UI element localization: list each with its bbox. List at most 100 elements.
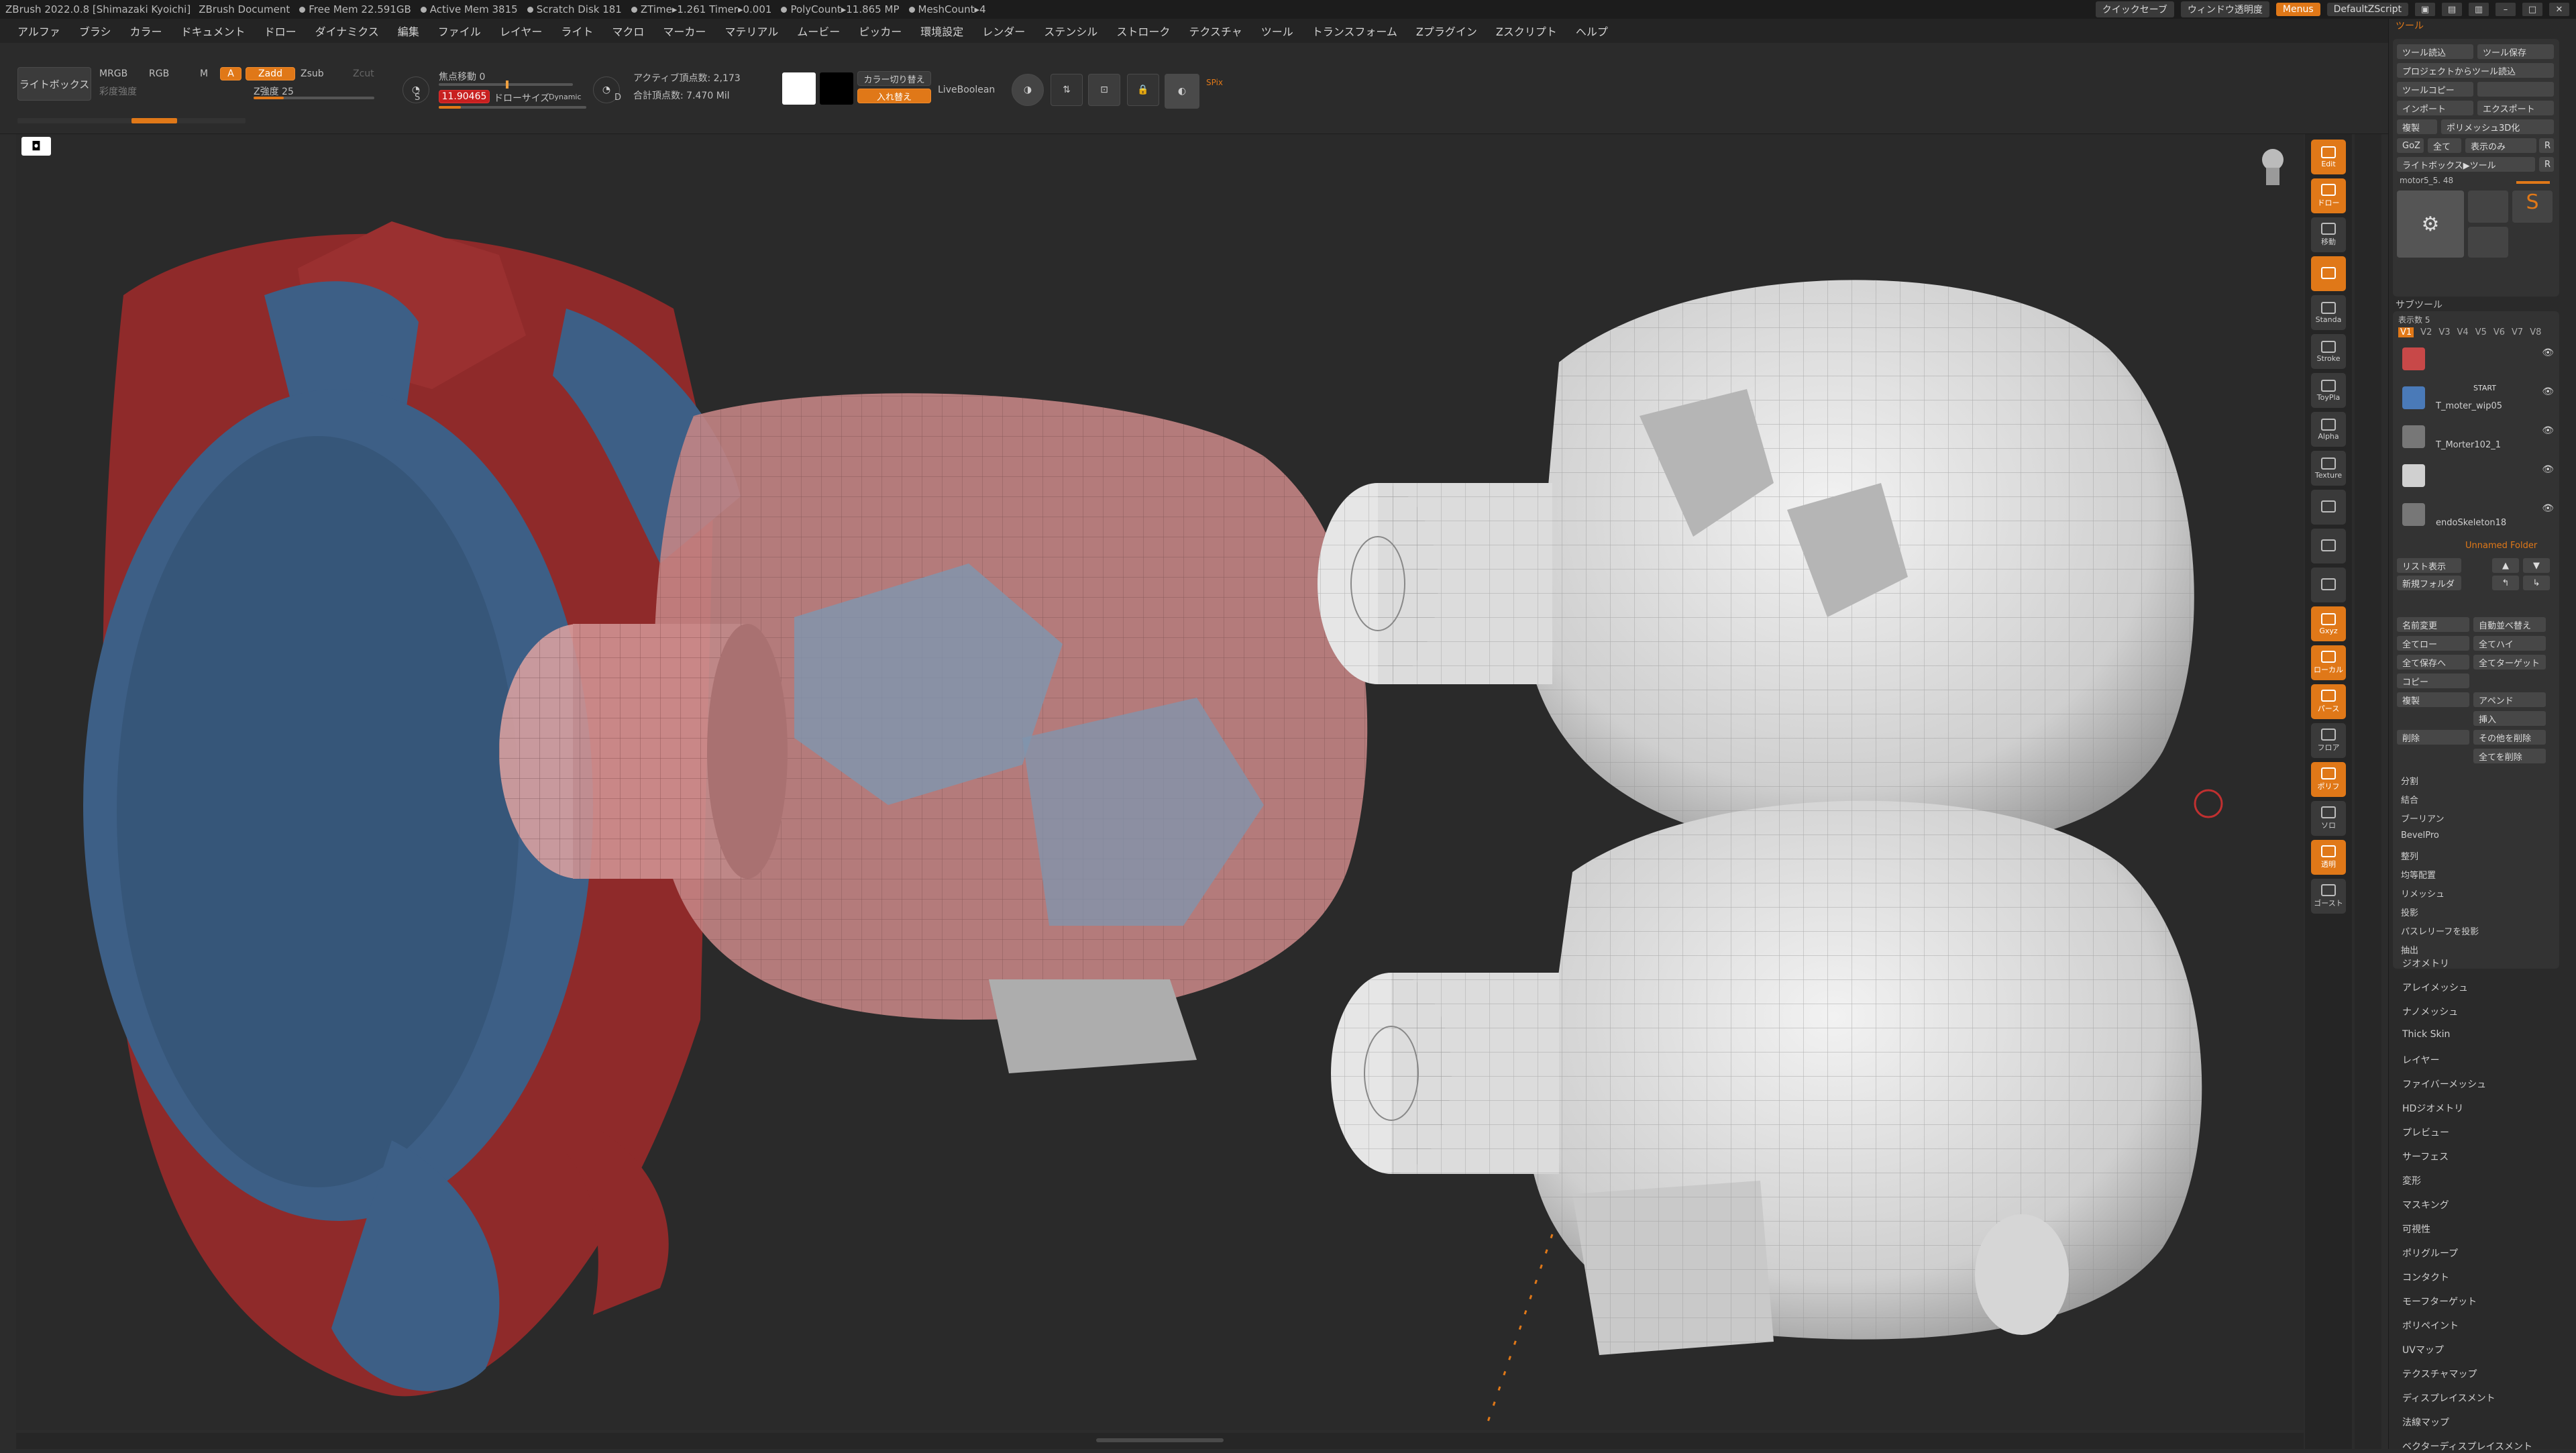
swap-button[interactable]: 入れ替え — [857, 89, 931, 103]
subtool-op-item[interactable]: 分割 — [2401, 774, 2418, 787]
menu-item[interactable]: トランスフォーム — [1312, 23, 1397, 39]
material-preview-icon[interactable]: ◐ — [1165, 74, 1199, 109]
subtool-action-button[interactable]: コピー — [2397, 674, 2469, 688]
main-color-swatch[interactable] — [782, 72, 816, 105]
subtool-op-item[interactable]: 結合 — [2401, 793, 2418, 806]
head-gizmo-icon[interactable] — [2262, 149, 2284, 185]
color-switch-button[interactable]: カラー切り替え — [857, 71, 931, 86]
zadd-button[interactable]: Zadd — [246, 67, 295, 80]
m-button[interactable]: M — [200, 68, 208, 79]
menu-item[interactable]: ドキュメント — [181, 23, 246, 39]
ghost-button[interactable]: 透明 — [2311, 840, 2346, 875]
subtool-action-button[interactable]: 自動並べ替え — [2473, 617, 2546, 632]
subtool-op-item[interactable]: パスレリーフを投影 — [2401, 924, 2479, 937]
standard-button[interactable]: Standa — [2311, 295, 2346, 330]
eye-icon[interactable]: 👁 — [2542, 386, 2554, 397]
frame-icon[interactable]: ⊡ — [1088, 74, 1120, 106]
layout-icon[interactable]: ▣ — [2415, 3, 2435, 16]
tool-subpalette-item[interactable]: プレビュー — [2402, 1126, 2449, 1139]
quicksave-button[interactable]: クイックセーブ — [2095, 1, 2174, 17]
new-folder-button[interactable]: 新規フォルダ — [2397, 576, 2461, 590]
copy-tool-button[interactable]: ツールコピー — [2397, 82, 2473, 97]
export-button[interactable]: エクスポート — [2477, 101, 2554, 115]
menu-item[interactable]: ダイナミクス — [315, 23, 379, 39]
subtool-action-button[interactable]: 全てを削除 — [2473, 749, 2546, 763]
subtool-action-button[interactable]: 全て保存へ — [2397, 655, 2469, 669]
subtool-op-item[interactable]: リメッシュ — [2401, 887, 2445, 900]
minimize-icon[interactable]: – — [2496, 3, 2516, 16]
default-zscript-button[interactable]: DefaultZScript — [2326, 3, 2408, 16]
subtool-op-item[interactable]: 抽出 — [2401, 943, 2418, 956]
live-boolean-button[interactable]: LiveBoolean — [938, 85, 995, 95]
transp-button[interactable]: ローカル — [2311, 645, 2346, 680]
clone-button[interactable]: 複製 — [2397, 119, 2437, 134]
tool-subpalette-item[interactable]: モーフターゲット — [2402, 1295, 2477, 1308]
alpha-button[interactable]: Alpha — [2311, 412, 2346, 447]
version-tab[interactable]: V8 — [2530, 327, 2541, 337]
lightbox-button[interactable]: ライトボックス — [17, 67, 91, 101]
material-button[interactable]: ToyPla — [2311, 373, 2346, 408]
scale-button[interactable] — [2311, 256, 2346, 291]
subtool-action-button[interactable]: 全てハイ — [2473, 636, 2546, 651]
tool-subpalette-item[interactable]: マスキング — [2402, 1198, 2449, 1212]
tool-slider[interactable] — [2516, 181, 2550, 184]
subtool-action-button[interactable]: 複製 — [2397, 692, 2469, 707]
solo-button[interactable]: ソロ — [2311, 801, 2346, 836]
floor-button[interactable] — [2311, 529, 2346, 563]
version-tab[interactable]: V6 — [2493, 327, 2505, 337]
subtool-action-button[interactable]: 名前変更 — [2397, 617, 2469, 632]
move-up-icon[interactable]: ▲ — [2492, 558, 2519, 573]
tool-thumbnail-simplebrush[interactable]: S — [2512, 191, 2553, 223]
version-tab[interactable]: V4 — [2457, 327, 2469, 337]
goz-button[interactable]: GoZ — [2397, 138, 2424, 153]
menu-item[interactable]: 環境設定 — [920, 23, 963, 39]
symmetry-icon[interactable]: ◑ — [1012, 74, 1044, 106]
window-transparency-button[interactable]: ウィンドウ透明度 — [2180, 1, 2269, 17]
subtool-action-button[interactable]: 全てターゲット — [2473, 655, 2546, 669]
version-tab[interactable]: V3 — [2438, 327, 2450, 337]
tool-subpalette-item[interactable]: テクスチャマップ — [2402, 1367, 2477, 1381]
move-down-icon[interactable]: ▼ — [2523, 558, 2550, 573]
subtool-action-button[interactable]: 全てロー — [2397, 636, 2469, 651]
texture-button[interactable]: Texture — [2311, 451, 2346, 486]
import-button[interactable]: インポート — [2397, 101, 2473, 115]
subtool-row[interactable]: T_Morter102_1 👁 — [2398, 420, 2557, 456]
version-tab[interactable]: V2 — [2420, 327, 2432, 337]
tool-subpalette-item[interactable]: サーフェス — [2402, 1150, 2449, 1163]
subtool-row[interactable]: 👁 — [2398, 342, 2557, 378]
menu-item[interactable]: ストローク — [1116, 23, 1170, 39]
floor2-button[interactable]: フロア — [2311, 723, 2346, 758]
subtool-row[interactable]: 👁 — [2398, 459, 2557, 495]
spix-label[interactable]: SPix — [1206, 78, 1223, 87]
tool-subpalette-item[interactable]: 可視性 — [2402, 1222, 2430, 1236]
subtool-op-item[interactable]: BevelPro — [2401, 830, 2439, 841]
close-icon[interactable]: ✕ — [2549, 3, 2569, 16]
list-all-button[interactable]: リスト表示 — [2397, 558, 2461, 573]
tool-subpalette-item[interactable]: ファイバーメッシュ — [2402, 1077, 2486, 1091]
xyz-button[interactable]: Gxyz — [2311, 606, 2346, 641]
draw-size-slider[interactable] — [439, 106, 586, 109]
lightbox-r-button[interactable]: R — [2539, 157, 2554, 172]
draw-button[interactable]: ドロー — [2311, 178, 2346, 213]
tool-subpalette-item[interactable]: ポリグループ — [2402, 1246, 2458, 1260]
tool-subpalette-item[interactable]: ディスプレイスメント — [2402, 1391, 2496, 1405]
menu-item[interactable]: Zスクリプト — [1496, 23, 1557, 39]
paste-tool-button[interactable] — [2477, 82, 2554, 97]
tool-subpalette-item[interactable]: コンタクト — [2402, 1271, 2449, 1284]
tool-subpalette-item[interactable]: ジオメトリ — [2402, 957, 2449, 970]
load-tool-button[interactable]: ツール読込 — [2397, 44, 2473, 59]
menu-item[interactable]: レンダー — [982, 23, 1025, 39]
goz-visible-button[interactable]: 表示のみ — [2465, 138, 2536, 153]
tool-subpalette-item[interactable]: UVマップ — [2402, 1343, 2444, 1356]
tool-subpalette-item[interactable]: Thick Skin — [2402, 1029, 2450, 1040]
zsub-button[interactable]: Zsub — [301, 68, 324, 79]
edit-button[interactable]: Edit — [2311, 140, 2346, 174]
tool-subpalette-item[interactable]: レイヤー — [2402, 1053, 2440, 1067]
eye-icon[interactable]: 👁 — [2542, 347, 2554, 358]
load-from-project-button[interactable]: プロジェクトからツール読込 — [2397, 63, 2554, 78]
eye-icon[interactable]: 👁 — [2542, 464, 2554, 475]
subtool-op-item[interactable]: ブーリアン — [2401, 812, 2444, 824]
move-down-folder-icon[interactable]: ↳ — [2523, 576, 2550, 590]
version-tab[interactable]: V7 — [2512, 327, 2523, 337]
menu-item[interactable]: ブラシ — [79, 23, 111, 39]
